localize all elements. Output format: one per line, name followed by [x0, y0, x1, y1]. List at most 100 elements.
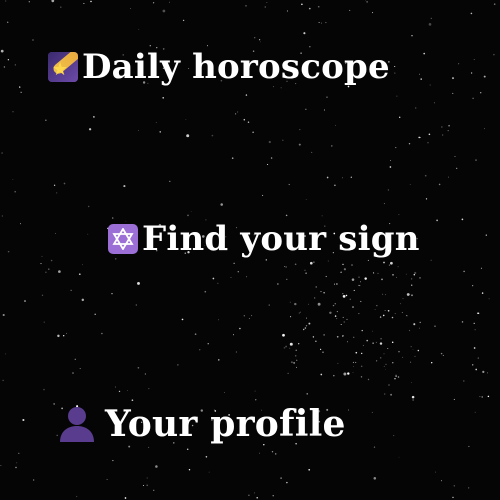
star-dot — [351, 278, 355, 281]
star-dot — [410, 361, 412, 363]
star-dot — [40, 263, 42, 265]
star-dot — [383, 393, 386, 395]
star-dot — [372, 342, 374, 344]
star-dot — [454, 156, 456, 158]
star-dot — [50, 259, 53, 262]
star-dot — [430, 17, 432, 20]
star-dot — [419, 321, 421, 324]
star-dot — [323, 109, 325, 111]
star-dot — [411, 35, 413, 37]
star-dot — [484, 128, 485, 130]
star-dot — [58, 270, 61, 273]
star-dot — [452, 92, 454, 94]
star-dot — [384, 309, 386, 311]
star-dot — [468, 445, 470, 448]
star-dot — [259, 452, 260, 454]
star-dot — [284, 266, 285, 267]
star-dot — [417, 349, 420, 352]
star-dot — [389, 159, 392, 162]
star-dot — [101, 332, 103, 335]
star-dot — [255, 399, 257, 401]
star-dot — [308, 468, 311, 471]
star-dot — [194, 333, 197, 335]
star-dot — [397, 376, 400, 378]
menu-item-daily-horoscope[interactable]: ★ Daily horoscope — [48, 50, 390, 84]
star-dot — [362, 344, 364, 347]
star-dot — [72, 372, 74, 374]
star-dot — [325, 22, 327, 24]
star-dot — [342, 263, 344, 266]
star-dot — [317, 5, 320, 8]
star-dot — [3, 66, 6, 68]
star-dot — [436, 219, 438, 222]
star-dot — [481, 292, 484, 294]
star-dot — [427, 142, 429, 144]
star-dot — [33, 479, 35, 481]
star-dot — [411, 284, 413, 286]
star-dot — [252, 131, 254, 133]
star-dot — [66, 332, 67, 334]
star-dot — [301, 3, 303, 6]
star-dot — [309, 261, 313, 265]
user-silhouette-icon — [57, 404, 97, 444]
star-dot — [372, 272, 374, 274]
menu-item-your-profile[interactable]: Your profile — [57, 404, 346, 444]
star-dot — [321, 215, 323, 217]
star-dot — [287, 372, 289, 374]
star-dot — [352, 371, 354, 373]
star-dot — [146, 477, 148, 479]
star-dot — [360, 365, 363, 368]
star-dot — [248, 494, 250, 496]
star-dot — [425, 198, 428, 200]
star-dot — [405, 273, 407, 275]
star-dot — [254, 37, 256, 39]
star-dot — [474, 329, 476, 331]
star-dot — [296, 359, 298, 361]
star-dot — [414, 355, 416, 357]
star-dot — [488, 298, 490, 300]
star-dot — [7, 250, 10, 253]
star-dot — [321, 22, 323, 24]
menu-item-find-your-sign[interactable]: Find your sign — [108, 222, 420, 256]
star-dot — [218, 319, 220, 321]
star-dot — [148, 388, 150, 390]
star-dot — [290, 316, 292, 318]
star-dot — [358, 313, 360, 315]
star-dot — [1, 152, 3, 154]
star-dot — [364, 277, 367, 280]
star-dot — [382, 314, 385, 317]
star-dot — [438, 183, 441, 186]
star-dot — [246, 276, 248, 278]
star-dot — [305, 199, 307, 201]
star-dot — [399, 116, 401, 118]
star-dot — [367, 259, 369, 261]
star-dot — [162, 97, 164, 99]
star-dot — [442, 354, 444, 356]
star-dot — [429, 84, 431, 86]
star-dot — [20, 91, 22, 93]
star-dot — [383, 353, 385, 355]
star-dot — [111, 293, 113, 295]
star-dot — [486, 372, 489, 374]
star-dot — [398, 456, 400, 458]
star-dot — [280, 477, 282, 479]
star-dot — [260, 41, 261, 43]
star-dot — [493, 3, 496, 5]
star-dot — [334, 283, 335, 285]
star-dot — [233, 334, 234, 336]
star-dot — [335, 124, 337, 126]
star-dot — [396, 95, 398, 97]
star-dot — [70, 289, 72, 291]
star-dot — [340, 271, 342, 273]
star-dot — [294, 263, 297, 266]
star-dot — [353, 336, 355, 338]
star-dot — [41, 255, 43, 257]
star-dot — [199, 349, 201, 351]
star-dot — [169, 180, 171, 183]
star-dot — [413, 274, 416, 276]
star-dot — [411, 294, 413, 297]
star-dot — [248, 317, 250, 319]
star-dot — [169, 1, 170, 3]
star-dot — [285, 345, 287, 348]
star-dot — [458, 63, 460, 65]
